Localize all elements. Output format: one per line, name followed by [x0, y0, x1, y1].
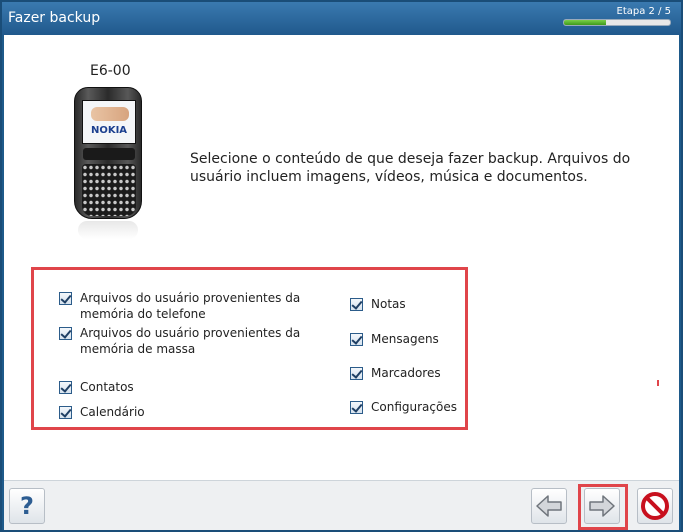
phone-screen: NOKIA: [82, 100, 136, 144]
window-title: Fazer backup: [8, 10, 101, 26]
cancel-button[interactable]: [637, 488, 673, 524]
option-phone-memory-files[interactable]: Arquivos do usuário provenientes da memó…: [59, 290, 309, 322]
checkbox-checked-icon[interactable]: [59, 292, 72, 305]
step-progress-fill: [564, 20, 607, 25]
phone-nav-keys: [83, 148, 135, 160]
instruction-text: Selecione o conteúdo de que deseja fazer…: [190, 151, 631, 185]
option-bookmarks[interactable]: Marcadores: [350, 365, 441, 381]
option-settings[interactable]: Configurações: [350, 399, 457, 415]
phone-image: NOKIA: [74, 87, 142, 239]
next-button[interactable]: [584, 488, 620, 524]
option-label: Marcadores: [371, 366, 441, 380]
checkbox-checked-icon[interactable]: [350, 298, 363, 311]
option-mass-memory-files[interactable]: Arquivos do usuário provenientes da memó…: [59, 325, 309, 357]
help-button[interactable]: ?: [9, 488, 45, 524]
title-bar: Fazer backup Etapa 2 / 5: [2, 2, 681, 35]
question-mark-icon: ?: [20, 492, 34, 520]
backup-options-group: Arquivos do usuário provenientes da memó…: [31, 267, 468, 430]
option-label: Notas: [371, 297, 406, 311]
bottom-toolbar: ?: [4, 480, 679, 530]
checkbox-checked-icon[interactable]: [59, 327, 72, 340]
option-calendar[interactable]: Calendário: [59, 404, 145, 420]
device-name: E6-00: [90, 63, 131, 79]
option-label: Mensagens: [371, 332, 439, 346]
phone-body: NOKIA: [74, 87, 142, 219]
arrow-right-icon: [589, 495, 615, 517]
checkbox-checked-icon[interactable]: [59, 381, 72, 394]
option-label: Arquivos do usuário provenientes da memó…: [80, 326, 301, 356]
option-label: Arquivos do usuário provenientes da memó…: [80, 291, 301, 321]
step-indicator: Etapa 2 / 5: [616, 6, 671, 17]
checkbox-checked-icon[interactable]: [350, 367, 363, 380]
backup-window: Fazer backup Etapa 2 / 5 E6-00 NOKIA Sel…: [0, 0, 683, 532]
annotation-mark: [657, 380, 659, 386]
option-label: Configurações: [371, 400, 457, 414]
phone-brand-logo: NOKIA: [90, 125, 128, 136]
option-label: Contatos: [80, 380, 134, 394]
option-contacts[interactable]: Contatos: [59, 379, 134, 395]
content-area: E6-00 NOKIA Selecione o conteúdo de que …: [4, 35, 679, 480]
checkbox-checked-icon[interactable]: [59, 406, 72, 419]
phone-wallpaper: [91, 107, 129, 121]
arrow-left-icon: [536, 495, 562, 517]
checkbox-checked-icon[interactable]: [350, 333, 363, 346]
phone-reflection: [78, 221, 138, 239]
phone-keyboard: [82, 164, 136, 216]
checkbox-checked-icon[interactable]: [350, 401, 363, 414]
step-progress-bar: [563, 19, 671, 26]
option-messages[interactable]: Mensagens: [350, 331, 439, 347]
back-button[interactable]: [531, 488, 567, 524]
option-notes[interactable]: Notas: [350, 296, 406, 312]
cancel-icon: [641, 492, 669, 520]
option-label: Calendário: [80, 405, 145, 419]
